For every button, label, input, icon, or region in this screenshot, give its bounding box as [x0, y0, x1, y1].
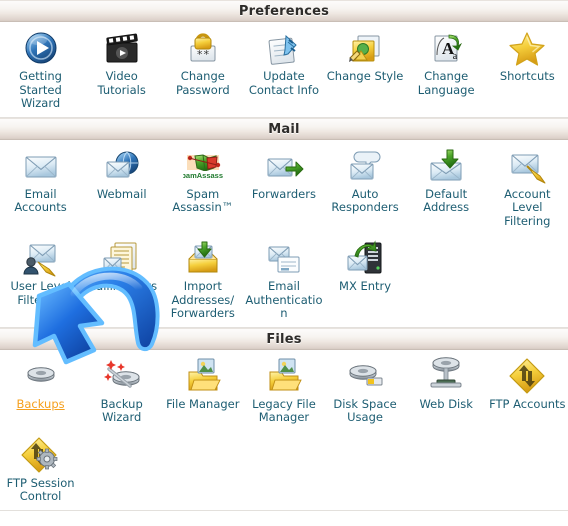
section-header-files: Files — [0, 327, 568, 350]
app-tile-video-tutorials[interactable]: Video Tutorials — [81, 22, 162, 115]
app-tile-mailing-lists[interactable]: Mailing Lists — [81, 232, 162, 325]
app-tile-label: Legacy File Manager — [252, 396, 316, 424]
ftp-session-control-icon — [20, 435, 61, 475]
mailing-lists-icon — [102, 238, 142, 278]
icon-grid-preferences: Getting Started Wizard Video Tutorials ** C… — [0, 22, 568, 115]
app-tile-update-contact-info[interactable]: Update Contact Info — [243, 22, 324, 115]
svg-text:**: ** — [196, 48, 209, 61]
app-tile-forwarders[interactable]: Forwarders — [243, 140, 324, 233]
section-divider — [0, 509, 568, 511]
app-tile-disk-space-usage[interactable]: Disk Space Usage — [325, 350, 406, 429]
app-tile-file-manager[interactable]: File Manager — [162, 350, 243, 429]
backups-icon — [21, 356, 61, 396]
svg-text:a: a — [453, 51, 458, 62]
update-contact-info-icon — [264, 28, 304, 68]
app-tile-label: Mailing Lists — [86, 279, 158, 293]
app-tile-legacy-file-manager[interactable]: Legacy File Manager — [243, 350, 324, 429]
app-tile-account-level-filtering[interactable]: Account Level Filtering — [487, 140, 568, 233]
app-tile-label: Shortcuts — [499, 69, 555, 83]
app-tile-label: Change Language — [417, 69, 475, 97]
icon-grid-mail: Email Accounts Webmail SpamAssassin Spam As… — [0, 140, 568, 325]
change-password-icon: ** — [183, 28, 223, 68]
app-tile-label: Update Contact Info — [248, 69, 320, 97]
app-tile-email-accounts[interactable]: Email Accounts — [0, 140, 81, 233]
section-body-preferences: Getting Started Wizard Video Tutorials ** C… — [0, 22, 568, 118]
legacy-file-manager-icon — [264, 356, 304, 396]
app-tile-label: Backup Wizard — [100, 396, 143, 424]
app-tile-backups[interactable]: Backups — [0, 350, 81, 429]
app-tile-label: Default Address — [423, 186, 470, 214]
app-tile-backup-wizard[interactable]: Backup Wizard — [81, 350, 162, 429]
app-tile-email-authentication[interactable]: Email Authentication — [243, 232, 324, 325]
app-tile-label: FTP Accounts — [489, 396, 566, 411]
disk-space-usage-icon — [345, 356, 385, 396]
account-level-filtering-icon — [507, 146, 547, 186]
app-tile-shortcuts[interactable]: Shortcuts — [487, 22, 568, 115]
app-tile-auto-responders[interactable]: Auto Responders — [325, 140, 406, 233]
app-tile-label: Email Accounts — [14, 186, 67, 214]
import-addresses-icon — [183, 238, 223, 278]
app-tile-webmail[interactable]: Webmail — [81, 140, 162, 233]
shortcuts-star-icon — [507, 28, 547, 68]
section-header-mail: Mail — [0, 117, 568, 140]
app-tile-change-style[interactable]: Change Style — [325, 22, 406, 115]
app-tile-label: User Level Filtering — [10, 279, 71, 307]
app-tile-label: Backups — [16, 396, 65, 411]
section-header-preferences: Preferences — [0, 0, 568, 22]
backup-wizard-icon — [102, 356, 142, 396]
icon-grid-files: Backups Backup Wizard File Manager Legacy F… — [0, 350, 568, 508]
app-tile-default-address[interactable]: Default Address — [406, 140, 487, 233]
spam-assassin-icon: SpamAssassin — [176, 146, 230, 186]
app-tile-ftp-accounts[interactable]: FTP Accounts — [487, 350, 568, 429]
section-body-mail: Email Accounts Webmail SpamAssassin Spam As… — [0, 139, 568, 328]
app-tile-label: File Manager — [166, 396, 240, 411]
app-tile-label: Video Tutorials — [97, 69, 146, 97]
email-accounts-icon — [21, 146, 61, 186]
app-tile-label: Account Level Filtering — [504, 186, 551, 228]
video-tutorials-icon — [102, 28, 142, 68]
forwarders-icon — [264, 146, 304, 186]
file-manager-icon — [183, 356, 223, 396]
app-tile-label: Forwarders — [251, 186, 316, 201]
app-tile-label: Web Disk — [419, 396, 473, 411]
app-tile-ftp-session-control[interactable]: FTP Session Control — [0, 429, 81, 508]
app-tile-label: Webmail — [96, 186, 147, 201]
user-level-filtering-icon — [21, 238, 61, 278]
getting-started-wizard-icon — [21, 28, 61, 68]
ftp-accounts-icon — [507, 356, 547, 396]
change-language-icon: Aa — [426, 28, 466, 68]
mx-entry-icon — [345, 238, 385, 278]
default-address-icon — [426, 146, 466, 186]
app-tile-import-addresses-forwarders[interactable]: Import Addresses/ Forwarders — [162, 232, 243, 325]
cpanel-home-grid: Preferences Getting Started Wizard Video T… — [0, 0, 568, 511]
app-tile-spam-assassin[interactable]: SpamAssassin Spam Assassin™ — [162, 140, 243, 233]
change-style-icon — [345, 28, 385, 68]
app-tile-label: Email Authentication — [245, 279, 323, 320]
email-authentication-icon — [264, 238, 304, 278]
app-tile-label: Getting Started Wizard — [19, 69, 62, 110]
svg-text:SpamAssassin: SpamAssassin — [183, 171, 223, 180]
app-tile-web-disk[interactable]: Web Disk — [406, 350, 487, 429]
app-tile-label: Disk Space Usage — [333, 396, 397, 424]
web-disk-icon — [426, 356, 466, 396]
app-tile-label: MX Entry — [339, 279, 392, 293]
auto-responders-icon — [345, 146, 385, 186]
app-tile-getting-started-wizard[interactable]: Getting Started Wizard — [0, 22, 81, 115]
app-tile-label: Change Password — [175, 69, 230, 97]
app-tile-label: Auto Responders — [331, 186, 399, 214]
app-tile-mx-entry[interactable]: MX Entry — [325, 232, 406, 325]
app-tile-user-level-filtering[interactable]: User Level Filtering — [0, 232, 81, 325]
webmail-icon — [102, 146, 142, 186]
section-body-files: Backups Backup Wizard File Manager Legacy F… — [0, 349, 568, 511]
app-tile-label: Spam Assassin™ — [172, 186, 234, 214]
app-tile-change-password[interactable]: ** Change Password — [162, 22, 243, 115]
app-tile-change-language[interactable]: Aa Change Language — [406, 22, 487, 115]
app-tile-label: Change Style — [326, 69, 404, 83]
app-tile-label: FTP Session Control — [6, 475, 75, 503]
app-tile-label: Import Addresses/ Forwarders — [170, 279, 235, 320]
